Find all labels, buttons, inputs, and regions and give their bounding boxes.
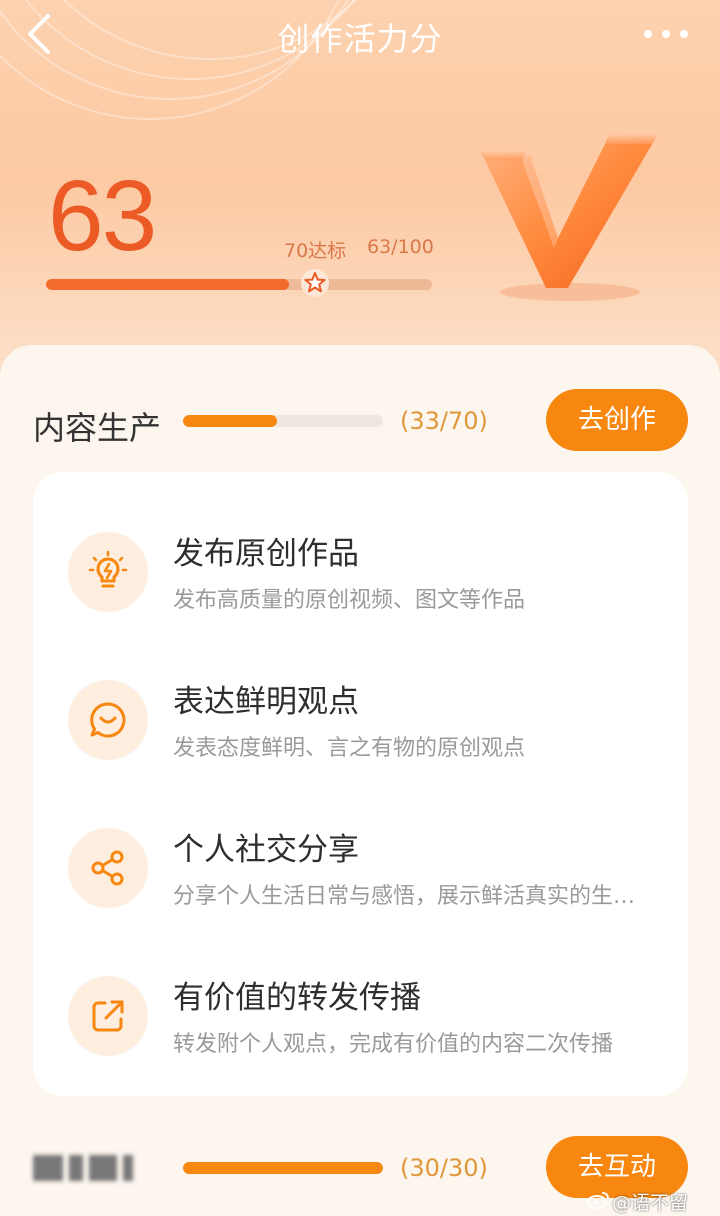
- list-item[interactable]: 个人社交分享 分享个人生活日常与感悟，展示鲜活真实的生活态度: [33, 818, 688, 918]
- item-desc: 转发附个人观点，完成有价值的内容二次传播: [173, 1032, 614, 1057]
- weibo-icon: [587, 1192, 609, 1209]
- score-hero: 创作活力分 63 70达标 63/100: [0, 0, 720, 400]
- chat-smile-icon: [68, 680, 148, 760]
- score-value: 63: [48, 160, 157, 272]
- item-desc: 分享个人生活日常与感悟，展示鲜活真实的生活态度: [173, 884, 655, 909]
- section-progress-bar: [183, 1162, 383, 1174]
- more-button[interactable]: [642, 24, 690, 44]
- section-progress-fill: [183, 415, 278, 427]
- item-title: 个人社交分享: [173, 832, 359, 868]
- section-progress-bar: [183, 415, 383, 427]
- list-item[interactable]: 有价值的转发传播 转发附个人观点，完成有价值的内容二次传播: [33, 966, 688, 1066]
- lightbulb-icon: [68, 532, 148, 612]
- item-title: 发布原创作品: [173, 536, 359, 572]
- v-badge-icon: [470, 120, 670, 310]
- star-icon: [300, 268, 330, 298]
- score-progress-bar: [46, 279, 432, 290]
- share-icon: [68, 828, 148, 908]
- section-title: 内容生产: [33, 409, 162, 447]
- section-content-production: 内容生产 (33/70) 去创作: [0, 389, 720, 453]
- section-progress-fill: [183, 1162, 383, 1174]
- item-desc: 发表态度鲜明、言之有物的原创观点: [173, 736, 526, 761]
- repost-icon: [68, 976, 148, 1056]
- item-desc: 发布高质量的原创视频、图文等作品: [173, 588, 526, 613]
- list-item[interactable]: 发布原创作品 发布高质量的原创视频、图文等作品: [33, 522, 688, 622]
- target-label: 70达标: [284, 240, 347, 262]
- section-title-redacted: [33, 1150, 163, 1186]
- go-create-button[interactable]: 去创作: [546, 389, 688, 451]
- watermark: @语不留: [612, 1192, 689, 1214]
- score-progress-fill: [46, 279, 290, 290]
- page-title: 创作活力分: [277, 20, 443, 58]
- more-horizontal-icon: [644, 30, 688, 38]
- score-ratio: 63/100: [367, 236, 434, 258]
- item-title: 表达鲜明观点: [173, 684, 359, 720]
- section-count: (30/30): [400, 1154, 488, 1182]
- task-card: 发布原创作品 发布高质量的原创视频、图文等作品 表达鲜明观点 发表态度鲜明、言之…: [33, 472, 688, 1096]
- section-count: (33/70): [400, 407, 488, 435]
- item-title: 有价值的转发传播: [173, 980, 421, 1016]
- list-item[interactable]: 表达鲜明观点 发表态度鲜明、言之有物的原创观点: [33, 670, 688, 770]
